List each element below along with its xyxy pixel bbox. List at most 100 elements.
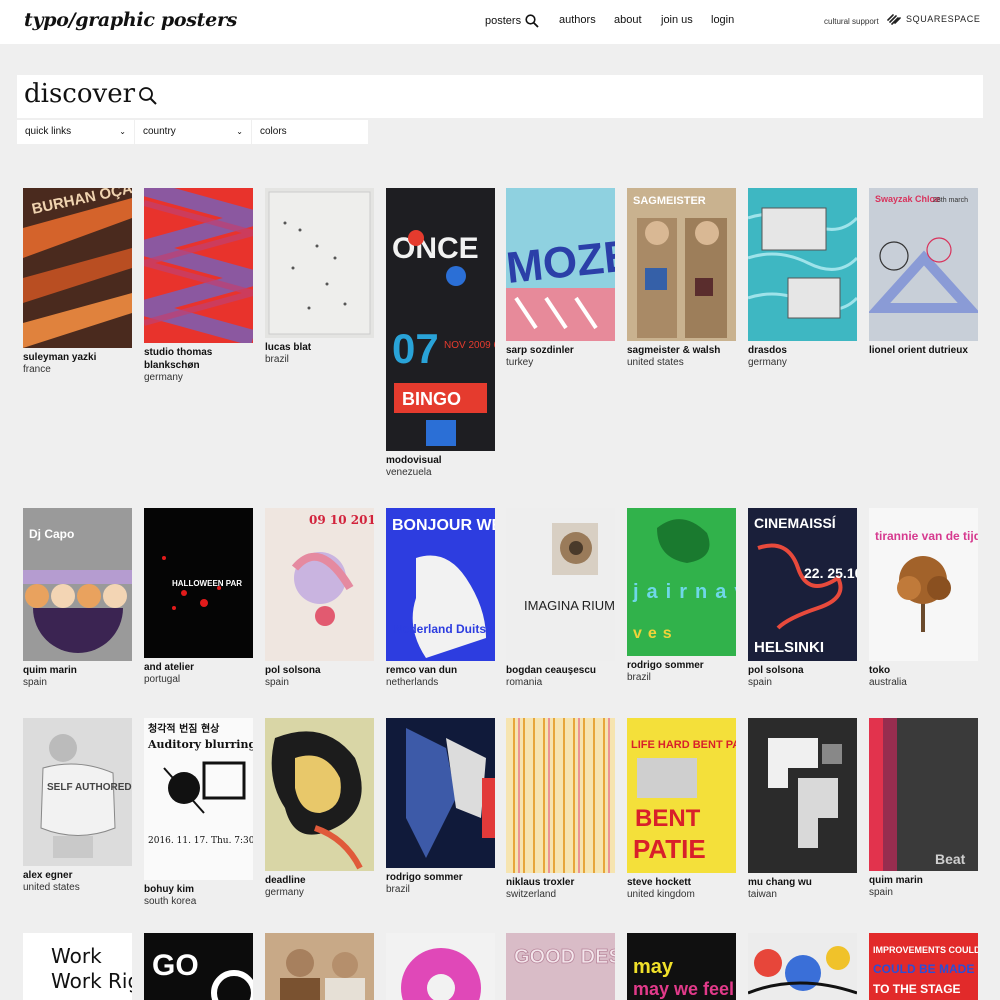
poster-card[interactable]: deadline germany: [265, 718, 374, 899]
poster-card[interactable]: HALLOWEEN PAR and atelier portugal: [144, 508, 253, 686]
poster-image[interactable]: MOZE: [506, 188, 615, 341]
poster-card[interactable]: IMAGINA RIUM bogdan ceauşescu romania: [506, 508, 615, 689]
nav-about[interactable]: about: [614, 14, 642, 26]
poster-author[interactable]: alex egner: [23, 869, 132, 882]
poster-image[interactable]: LIFE HARD BENT PATIE BENT PATIE: [627, 718, 736, 873]
poster-author[interactable]: rodrigo sommer: [386, 871, 495, 884]
poster-card[interactable]: IMPROVEMENTS COULD BE MADE TO THE STAGE …: [869, 933, 978, 1000]
poster-image[interactable]: may may we feel: [627, 933, 736, 1000]
poster-image[interactable]: 09 10 2017: [265, 508, 374, 661]
poster-card[interactable]: Beat quim marin spain: [869, 718, 978, 899]
poster-card[interactable]: GO: [144, 933, 253, 1000]
poster-card[interactable]: BONJOUR WELT Nederland Duitsland remco v…: [386, 508, 495, 689]
poster-image[interactable]: IMPROVEMENTS COULD BE MADE TO THE STAGE …: [869, 933, 978, 1000]
poster-image[interactable]: [386, 933, 495, 1000]
poster-image[interactable]: [748, 933, 857, 1000]
poster-card[interactable]: LIFE HARD BENT PATIE BENT PATIE steve ho…: [627, 718, 736, 901]
poster-image[interactable]: [386, 718, 495, 868]
country-dropdown[interactable]: country ⌄: [134, 120, 251, 144]
nav-authors[interactable]: authors: [559, 14, 596, 26]
poster-image[interactable]: ONCE 07 NOV 2009 6PM BINGO: [386, 188, 495, 451]
poster-card[interactable]: studio thomas blankschøn germany: [144, 188, 253, 384]
poster-image[interactable]: IMAGINA RIUM: [506, 508, 615, 661]
poster-author[interactable]: suleyman yazki: [23, 351, 132, 364]
poster-author[interactable]: pol solsona: [265, 664, 374, 677]
poster-card[interactable]: SAGMEISTER sagmeister & walsh united sta…: [627, 188, 736, 369]
poster-image[interactable]: [748, 718, 857, 873]
poster-image[interactable]: [265, 188, 374, 338]
poster-card[interactable]: Work Work Right: [23, 933, 132, 1000]
poster-image[interactable]: GO: [144, 933, 253, 1000]
discover-search-bar[interactable]: discover: [17, 75, 983, 118]
poster-card[interactable]: [748, 933, 857, 1000]
poster-card[interactable]: MOZE sarp sozdinler turkey: [506, 188, 615, 369]
poster-author[interactable]: and atelier: [144, 661, 253, 674]
poster-image[interactable]: Work Work Right: [23, 933, 132, 1000]
poster-card[interactable]: SELF AUTHORED DESIGN alex egner united s…: [23, 718, 132, 894]
poster-author[interactable]: niklaus troxler: [506, 876, 615, 889]
poster-image[interactable]: SELF AUTHORED DESIGN: [23, 718, 132, 866]
poster-author[interactable]: deadline: [265, 874, 374, 887]
poster-author[interactable]: pol solsona: [748, 664, 857, 677]
poster-card[interactable]: BURHAN ÖÇAL suleyman yazki france: [23, 188, 132, 376]
poster-image[interactable]: GOOD DESIGN: [506, 933, 615, 1000]
poster-image[interactable]: 청각적 번짐 현상 Auditory blurring 2016. 11. 17…: [144, 718, 253, 880]
poster-image[interactable]: jairnaves ves: [627, 508, 736, 656]
poster-author[interactable]: quim marin: [23, 664, 132, 677]
poster-card[interactable]: niklaus troxler switzerland: [506, 718, 615, 901]
poster-author[interactable]: drasdos: [748, 344, 857, 357]
poster-author[interactable]: bogdan ceauşescu: [506, 664, 615, 677]
poster-author[interactable]: quim marin: [869, 874, 978, 887]
poster-image[interactable]: Swayzak Chloe 28th march: [869, 188, 978, 341]
poster-card[interactable]: drasdos germany: [748, 188, 857, 369]
poster-card[interactable]: [386, 933, 495, 1000]
poster-image[interactable]: [506, 718, 615, 873]
poster-card[interactable]: Swayzak Chloe 28th march lionel orient d…: [869, 188, 978, 357]
poster-card[interactable]: [265, 933, 374, 1000]
poster-author[interactable]: mu chang wu: [748, 876, 857, 889]
poster-author[interactable]: sagmeister & walsh: [627, 344, 736, 357]
poster-author[interactable]: toko: [869, 664, 978, 677]
poster-card[interactable]: ONCE 07 NOV 2009 6PM BINGO modovisual ve…: [386, 188, 495, 479]
poster-card[interactable]: rodrigo sommer brazil: [386, 718, 495, 896]
poster-card[interactable]: may may we feel: [627, 933, 736, 1000]
quick-links-dropdown[interactable]: quick links ⌄: [17, 120, 134, 144]
poster-image[interactable]: BONJOUR WELT Nederland Duitsland: [386, 508, 495, 661]
poster-card[interactable]: 청각적 번짐 현상 Auditory blurring 2016. 11. 17…: [144, 718, 253, 908]
nav-posters[interactable]: posters: [485, 14, 539, 28]
poster-image[interactable]: [265, 933, 374, 1000]
poster-card[interactable]: 09 10 2017 pol solsona spain: [265, 508, 374, 689]
discover-search-icon[interactable]: [138, 86, 158, 106]
poster-card[interactable]: jairnaves ves rodrigo sommer brazil: [627, 508, 736, 684]
nav-join-us[interactable]: join us: [661, 14, 693, 26]
poster-image[interactable]: Beat: [869, 718, 978, 871]
poster-image[interactable]: HALLOWEEN PAR: [144, 508, 253, 658]
poster-image[interactable]: [144, 188, 253, 343]
poster-author[interactable]: sarp sozdinler: [506, 344, 615, 357]
poster-author[interactable]: bohuy kim: [144, 883, 253, 896]
poster-card[interactable]: tirannie van de tijd toko australia: [869, 508, 978, 689]
poster-card[interactable]: CINEMAISSÍ 22. 25.10. HELSINKI pol solso…: [748, 508, 857, 689]
poster-author[interactable]: modovisual: [386, 454, 495, 467]
poster-author[interactable]: lionel orient dutrieux: [869, 344, 978, 357]
poster-card[interactable]: mu chang wu taiwan: [748, 718, 857, 901]
poster-image[interactable]: [265, 718, 374, 871]
poster-image[interactable]: CINEMAISSÍ 22. 25.10. HELSINKI: [748, 508, 857, 661]
poster-image[interactable]: SAGMEISTER: [627, 188, 736, 341]
poster-author[interactable]: rodrigo sommer: [627, 659, 736, 672]
poster-image[interactable]: BURHAN ÖÇAL: [23, 188, 132, 348]
poster-card[interactable]: GOOD DESIGN: [506, 933, 615, 1000]
poster-card[interactable]: lucas blat brazil: [265, 188, 374, 366]
poster-author[interactable]: remco van dun: [386, 664, 495, 677]
poster-author[interactable]: lucas blat: [265, 341, 374, 354]
poster-author[interactable]: studio thomas blankschøn: [144, 346, 253, 372]
poster-image[interactable]: [748, 188, 857, 341]
poster-image[interactable]: Dj Capo: [23, 508, 132, 661]
site-logo[interactable]: typo/graphic posters: [24, 9, 237, 31]
nav-login[interactable]: login: [711, 14, 734, 26]
poster-image[interactable]: tirannie van de tijd: [869, 508, 978, 661]
poster-card[interactable]: Dj Capo quim marin spain: [23, 508, 132, 689]
squarespace-logo[interactable]: SQUARESPACE: [886, 13, 980, 25]
poster-author[interactable]: steve hockett: [627, 876, 736, 889]
colors-filter[interactable]: colors: [251, 120, 368, 144]
